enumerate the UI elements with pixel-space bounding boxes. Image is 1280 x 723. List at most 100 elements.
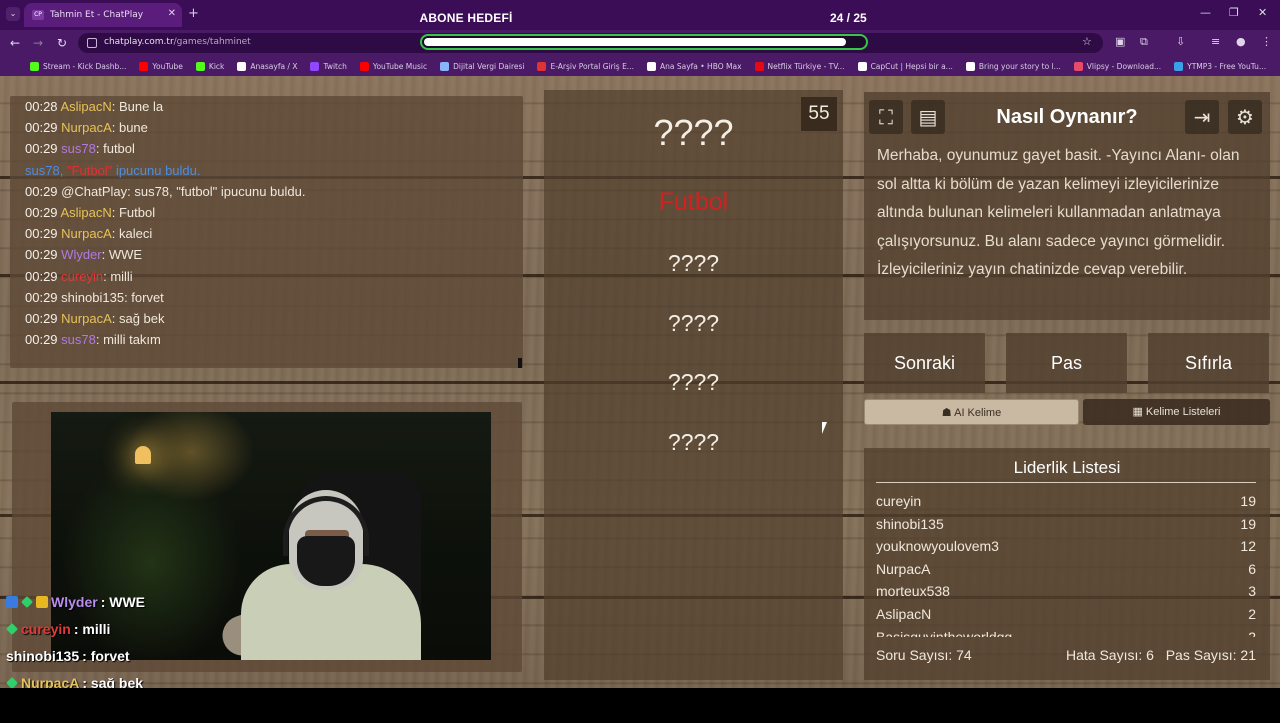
word-lists-button[interactable]: ▦ Kelime Listeleri <box>1083 399 1270 425</box>
question-count: Soru Sayısı: 74 <box>876 647 972 663</box>
bookmark-item[interactable]: CapCut | Hepsi bir a... <box>857 61 953 71</box>
chat-text: , <box>59 162 67 178</box>
bookmark-label: Twitch <box>323 61 347 71</box>
chat-scrollbar[interactable] <box>518 358 522 368</box>
bookmark-favicon-icon <box>537 61 547 71</box>
bookmark-item[interactable]: Anasayfa / X <box>237 61 297 71</box>
back-icon[interactable]: ← <box>10 36 20 50</box>
leaderboard-score: 3 <box>1248 583 1256 600</box>
bookmark-favicon-icon <box>1073 61 1083 71</box>
bookmark-label: Dijital Vergi Dairesi <box>453 61 525 71</box>
downloads-icon[interactable]: ⇩ <box>1176 35 1185 48</box>
leaderboard-name: Basisguyintheworldgg <box>876 628 1013 637</box>
next-button[interactable]: Sonraki <box>864 333 985 393</box>
extension-icon[interactable]: ▣ <box>1115 35 1125 48</box>
chat-text: : sağ bek <box>111 310 165 326</box>
how-to-play-title: Nasıl Oynanır? <box>996 106 1138 128</box>
word-lists-label: Kelime Listeleri <box>1145 406 1221 418</box>
leaderboard-row: morteux538 3 <box>876 580 1256 603</box>
bookmark-item[interactable]: Ana Sayfa • HBO Max <box>646 61 742 71</box>
media-controls-icon[interactable]: ≡ <box>1211 35 1220 48</box>
chat-message: 00:29 sus78: milli takım <box>12 329 522 350</box>
chat-text: : futbol <box>95 141 135 157</box>
bookmark-label: YouTube <box>152 61 183 71</box>
leaderboard-name: shinobi135 <box>876 515 944 532</box>
chat-time: 00:29 <box>25 289 58 305</box>
bookmark-label: Stream - Kick Dashb... <box>43 61 127 71</box>
bookmark-label: E-Arşiv Portal Giriş E... <box>550 61 634 71</box>
ai-word-button[interactable]: ☗ AI Kelime <box>864 399 1079 425</box>
leaderboard-row: cureyin 19 <box>876 490 1256 513</box>
leaderboard-row: shinobi135 19 <box>876 513 1256 536</box>
leaderboard-name: cureyin <box>876 493 922 509</box>
bookmark-item[interactable]: YouTube <box>139 61 183 71</box>
forward-icon[interactable]: → <box>33 36 43 50</box>
chat-quoted-word: "Futbol" <box>66 162 113 178</box>
user-badge-icon <box>6 595 18 608</box>
bookmark-item[interactable]: Dijital Vergi Dairesi <box>440 61 525 71</box>
subscriber-goal-count: 24 / 25 <box>830 11 867 25</box>
bookmark-item[interactable]: Vlipsy - Download... <box>1073 61 1161 71</box>
leaderboard-row: NurpacA 6 <box>876 558 1256 581</box>
leaderboard-divider <box>876 482 1256 483</box>
bookmark-item[interactable]: Netflix Türkiye - TV... <box>754 61 845 71</box>
bookmark-favicon-icon <box>310 61 320 71</box>
pass-count: Pas Sayısı: 21 <box>1165 647 1256 663</box>
leaderboard-score: 12 <box>1240 538 1256 555</box>
pass-button[interactable]: Pas <box>1006 333 1127 393</box>
chat-message: 00:29 NurpacA: bune <box>12 117 522 138</box>
stream-chat-message: cureyin: milli <box>0 615 300 642</box>
bookmark-item[interactable]: Bring your story to l... <box>965 61 1061 71</box>
leaderboard-name: AslipacN <box>876 605 932 622</box>
bookmark-item[interactable]: YTMP3 - Free YouTu... <box>1174 61 1266 71</box>
profile-avatar-icon[interactable]: ● <box>1236 35 1246 48</box>
site-info-icon[interactable] <box>87 38 97 48</box>
close-window-icon[interactable]: ✕ <box>1258 6 1267 19</box>
bookmark-star-icon[interactable]: ☆ <box>1082 35 1092 48</box>
leaderboard-score: 19 <box>1240 515 1256 532</box>
chat-text: : Futbol <box>111 204 156 220</box>
bookmark-item[interactable]: E-Arşiv Portal Giriş E... <box>537 61 634 71</box>
chat-user: NurpacA <box>61 310 112 326</box>
reset-button[interactable]: Sıfırla <box>1148 333 1269 393</box>
chat-text: : milli <box>103 268 133 284</box>
bookmark-item[interactable]: Stream - Kick Dashb... <box>30 61 127 71</box>
bookmark-label: CapCut | Hepsi bir a... <box>870 61 953 71</box>
browser-menu-icon[interactable]: ⋮ <box>1261 35 1272 48</box>
leaderboard-score: 2 <box>1248 605 1256 622</box>
main-word: ???? <box>653 112 734 153</box>
chat-user: Wlyder <box>61 247 102 263</box>
chat-log: 00:28 AslipacN: Bune la 00:29 NurpacA: bu… <box>12 96 522 368</box>
bookmark-favicon-icon <box>139 61 149 71</box>
bookmark-item[interactable]: Kick <box>195 61 224 71</box>
user-badge-icon <box>6 622 18 635</box>
bookmark-favicon-icon <box>1174 61 1184 71</box>
chat-user: cureyin <box>61 268 104 284</box>
error-count: Hata Sayısı: 6 <box>1066 647 1154 663</box>
bookmark-item[interactable]: Twitch <box>310 61 347 71</box>
chat-user: AslipacN <box>60 204 112 220</box>
minimize-icon[interactable]: — <box>1200 6 1211 19</box>
bookmark-favicon-icon <box>359 61 369 71</box>
leaderboard-score: 19 <box>1240 493 1256 509</box>
bookmark-favicon-icon <box>30 61 39 71</box>
chat-user: sus78 <box>61 141 96 157</box>
chat-text: : forvet <box>124 289 164 305</box>
chat-text: : WWE <box>101 247 143 263</box>
ai-word-label: AI Kelime <box>954 407 1002 419</box>
chat-time: 00:29 <box>25 332 58 348</box>
stream-chat-user: shinobi135 <box>6 647 80 664</box>
extensions-puzzle-icon[interactable]: ⧉ <box>1140 35 1148 49</box>
reload-icon[interactable]: ↻ <box>57 36 67 50</box>
chat-user: sus78 <box>25 162 60 178</box>
mouse-cursor <box>822 422 832 434</box>
bottom-black-bar <box>0 688 1280 720</box>
chat-user: NurpacA <box>61 120 112 136</box>
chat-text: : milli takım <box>95 332 161 348</box>
user-badge-icon <box>21 595 33 608</box>
chat-text: : kaleci <box>111 226 153 242</box>
taboo-word-2: ???? <box>667 250 720 276</box>
maximize-icon[interactable]: ❐ <box>1229 6 1239 19</box>
bookmark-item[interactable]: YouTube Music <box>359 61 427 71</box>
leaderboard-list[interactable]: cureyin 19 shinobi135 19 youknowyoulovem3 12 N… <box>876 490 1256 637</box>
